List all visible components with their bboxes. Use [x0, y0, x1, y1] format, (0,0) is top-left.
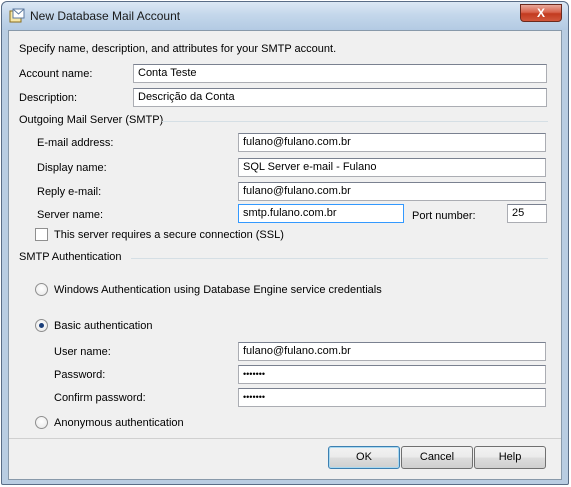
email-field[interactable]: fulano@fulano.com.br — [238, 133, 546, 152]
auth-group-label: SMTP Authentication — [19, 251, 122, 263]
account-name-field[interactable]: Conta Teste — [133, 64, 547, 83]
display-name-field[interactable]: SQL Server e-mail - Fulano — [238, 158, 546, 177]
ssl-label: This server requires a secure connection… — [54, 229, 284, 241]
anonymous-auth-label: Anonymous authentication — [54, 417, 184, 429]
cancel-button[interactable]: Cancel — [401, 446, 473, 469]
help-button[interactable]: Help — [474, 446, 546, 469]
dialog-window: New Database Mail Account X Specify name… — [1, 1, 569, 485]
server-name-label: Server name: — [37, 209, 104, 221]
ssl-checkbox[interactable] — [35, 228, 48, 241]
user-name-field[interactable]: fulano@fulano.com.br — [238, 342, 546, 361]
window-title: New Database Mail Account — [30, 9, 181, 23]
ok-button[interactable]: OK — [328, 446, 400, 469]
title-bar[interactable]: New Database Mail Account X — [2, 2, 568, 30]
user-name-label: User name: — [54, 346, 111, 358]
smtp-group-divider — [162, 121, 548, 122]
auth-group-divider — [131, 258, 548, 259]
anonymous-auth-radio[interactable] — [35, 416, 48, 429]
basic-auth-label: Basic authentication — [54, 320, 153, 332]
description-label: Description: — [19, 92, 78, 104]
close-button[interactable]: X — [520, 4, 562, 22]
account-name-label: Account name: — [19, 68, 93, 80]
mail-account-icon — [9, 8, 25, 23]
windows-auth-label: Windows Authentication using Database En… — [54, 284, 382, 296]
dialog-body: Specify name, description, and attribute… — [8, 30, 562, 480]
description-field[interactable]: Descrição da Conta — [133, 88, 547, 107]
server-name-field[interactable]: smtp.fulano.com.br — [238, 204, 404, 223]
password-label: Password: — [54, 369, 106, 381]
password-field[interactable]: ••••••• — [238, 365, 546, 384]
basic-auth-radio[interactable] — [35, 319, 48, 332]
reply-email-label: Reply e-mail: — [37, 186, 102, 198]
display-name-label: Display name: — [37, 162, 107, 174]
port-number-label: Port number: — [412, 210, 476, 222]
windows-auth-radio[interactable] — [35, 283, 48, 296]
port-number-field[interactable]: 25 — [507, 204, 547, 223]
confirm-password-field[interactable]: ••••••• — [238, 388, 546, 407]
footer-divider — [9, 438, 561, 439]
intro-text: Specify name, description, and attribute… — [19, 43, 337, 55]
confirm-password-label: Confirm password: — [54, 392, 146, 404]
reply-email-field[interactable]: fulano@fulano.com.br — [238, 182, 546, 201]
smtp-group-label: Outgoing Mail Server (SMTP) — [19, 114, 164, 126]
email-label: E-mail address: — [37, 137, 114, 149]
